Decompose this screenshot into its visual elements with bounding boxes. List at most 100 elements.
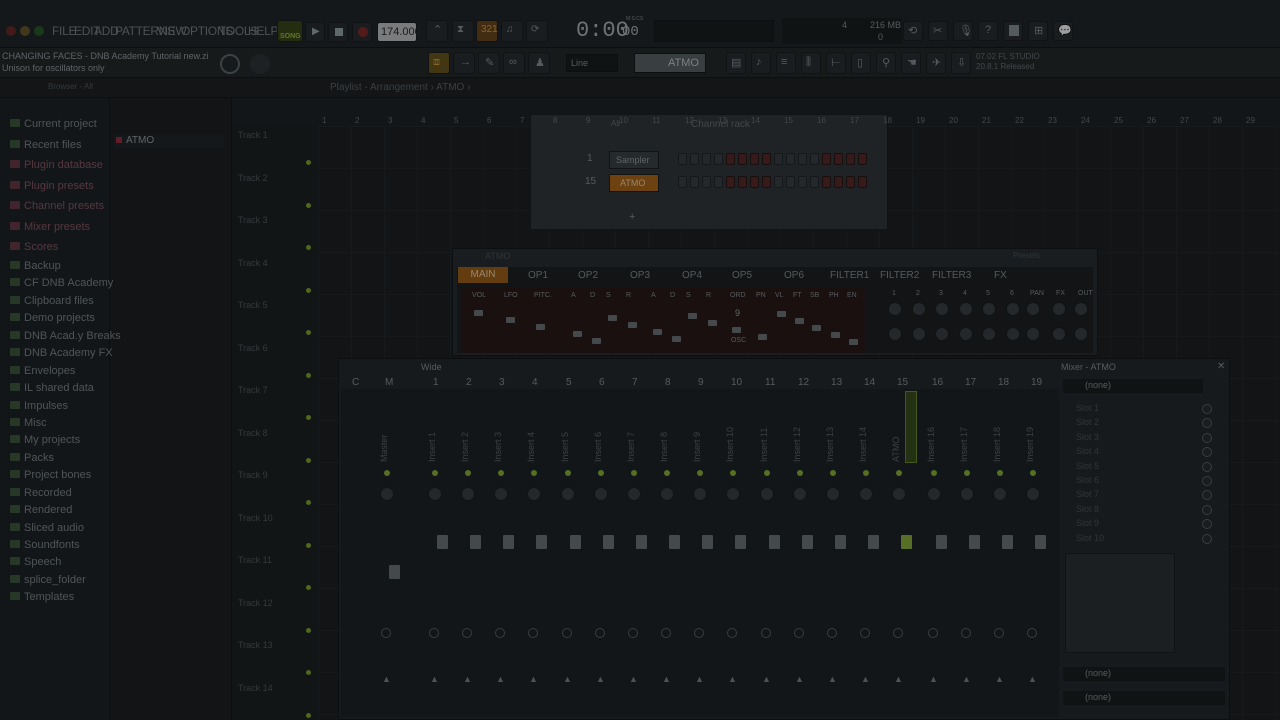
mixer-pan-knob[interactable]	[892, 487, 906, 501]
mixer-pan-knob[interactable]	[793, 487, 807, 501]
touch-keyboard-button[interactable]: ☚	[901, 52, 921, 74]
mixer-track-label[interactable]: Insert 16	[926, 427, 936, 462]
param-slider[interactable]	[628, 322, 637, 328]
browser-item[interactable]: Channel presets	[10, 200, 104, 212]
browser-item[interactable]: Envelopes	[10, 365, 75, 377]
loop-record-button[interactable]: ⟳	[526, 20, 548, 42]
matrix-knob[interactable]	[982, 302, 996, 316]
download-button[interactable]: ⇩	[951, 52, 971, 74]
plugin-tab[interactable]: MAIN	[458, 267, 508, 283]
browser-item[interactable]: Speech	[10, 556, 61, 568]
mixer-send-arrow[interactable]: ▲	[695, 674, 704, 684]
mixer-track-label[interactable]: Insert 10	[725, 427, 735, 462]
mixer-pan-knob[interactable]	[960, 487, 974, 501]
track-label[interactable]: Track 8	[238, 428, 268, 438]
stop-button[interactable]	[328, 22, 348, 42]
mixer-pan-knob[interactable]	[693, 487, 707, 501]
plugin-presets[interactable]: Presets	[1013, 251, 1040, 260]
plugin-tab[interactable]: FILTER2	[880, 270, 919, 281]
mixer-route-knob[interactable]	[961, 628, 971, 638]
tempo-display[interactable]: 174.000	[377, 22, 421, 42]
mixer-insert-number[interactable]: 2	[466, 377, 472, 388]
cut-button[interactable]: ✂	[928, 21, 948, 41]
browser-item[interactable]: Demo projects	[10, 312, 95, 324]
mixer-insert-number[interactable]: 15	[897, 377, 908, 388]
mixer-fader[interactable]	[470, 535, 481, 549]
browser-item[interactable]: splice_folder	[10, 574, 86, 586]
mixer-route-knob[interactable]	[381, 628, 391, 638]
step-button[interactable]	[774, 153, 783, 165]
track-label[interactable]: Track 6	[238, 343, 268, 353]
mixer-pan-knob[interactable]	[826, 487, 840, 501]
mixer-enable-led[interactable]	[664, 470, 670, 476]
next-button[interactable]: →	[453, 52, 475, 74]
mixer-pan-knob[interactable]	[993, 487, 1007, 501]
insert-input-select[interactable]: (none)	[1063, 379, 1203, 393]
mixer-track-label[interactable]: Insert 4	[526, 432, 536, 462]
close-dot[interactable]	[6, 26, 16, 36]
slot-mix-knob[interactable]	[1202, 476, 1212, 486]
mixer-pan-knob[interactable]	[494, 487, 508, 501]
param-slider[interactable]	[608, 315, 617, 321]
mixer-route-knob[interactable]	[661, 628, 671, 638]
track-label[interactable]: Track 13	[238, 640, 273, 650]
mixer-track-label[interactable]: Insert 9	[692, 432, 702, 462]
plugin-tab[interactable]: OP3	[630, 270, 650, 281]
track-label[interactable]: Track 7	[238, 385, 268, 395]
undo-button[interactable]: ⟲	[903, 21, 923, 41]
save-button[interactable]	[1003, 21, 1023, 41]
param-slider[interactable]	[672, 336, 681, 342]
browser-item[interactable]: My projects	[10, 434, 80, 446]
matrix-knob[interactable]	[1052, 327, 1066, 341]
mixer-track-label[interactable]: ATMO	[891, 437, 901, 462]
slot-mix-knob[interactable]	[1202, 504, 1212, 515]
param-slider[interactable]	[708, 320, 717, 326]
track-label[interactable]: Track 2	[238, 173, 268, 183]
mixer-send-arrow[interactable]: ▲	[596, 674, 605, 684]
mixer-enable-led[interactable]	[465, 470, 471, 476]
master-volume-knob[interactable]	[220, 54, 240, 74]
mixer-enable-led[interactable]	[631, 470, 637, 476]
mixer-insert-number[interactable]: 10	[731, 377, 742, 388]
track-label[interactable]: Track 5	[238, 300, 268, 310]
mixer-route-knob[interactable]	[893, 628, 903, 638]
mixer-fader[interactable]	[636, 535, 647, 549]
mixer-send-arrow[interactable]: ▲	[728, 674, 737, 684]
mixer-send-arrow[interactable]: ▲	[382, 674, 391, 684]
mixer-pan-knob[interactable]	[660, 487, 674, 501]
matrix-knob[interactable]	[1074, 302, 1088, 316]
mixer-route-knob[interactable]	[761, 628, 771, 638]
mixer-route-knob[interactable]	[860, 628, 870, 638]
matrix-knob[interactable]	[959, 327, 973, 341]
track-label[interactable]: Track 10	[238, 513, 273, 523]
step-button[interactable]	[786, 153, 795, 165]
mixer-fader[interactable]	[389, 565, 400, 579]
macros-button[interactable]: ✈	[926, 52, 946, 74]
mixer-insert-number[interactable]: 17	[965, 377, 976, 388]
mixer-enable-led[interactable]	[863, 470, 869, 476]
matrix-knob[interactable]	[1006, 327, 1020, 341]
mixer-fader[interactable]	[503, 535, 514, 549]
blend-notes-button[interactable]: ♫	[501, 20, 523, 42]
param-slider[interactable]	[592, 338, 601, 344]
maximize-dot[interactable]	[34, 26, 44, 36]
browser-item[interactable]: Current project	[10, 118, 97, 130]
step-button[interactable]	[846, 176, 855, 188]
step-button[interactable]	[750, 153, 759, 165]
mixer-route-knob[interactable]	[595, 628, 605, 638]
mixer-enable-led[interactable]	[931, 470, 937, 476]
mixer-pan-knob[interactable]	[726, 487, 740, 501]
track-mute-led[interactable]	[306, 160, 311, 165]
mixer-pan-knob[interactable]	[927, 487, 941, 501]
param-slider[interactable]	[688, 313, 697, 319]
param-slider[interactable]	[849, 339, 858, 345]
browser-item[interactable]: Recent files	[10, 139, 81, 151]
mixer-insert-number[interactable]: 13	[831, 377, 842, 388]
track-label[interactable]: Track 11	[238, 555, 272, 565]
mixer-fader[interactable]	[1002, 535, 1013, 549]
help-button[interactable]: ?	[978, 21, 998, 41]
minimize-dot[interactable]	[20, 26, 30, 36]
pattern-item[interactable]: ATMO	[114, 134, 224, 148]
param-slider[interactable]	[474, 310, 483, 316]
mixer-route-knob[interactable]	[694, 628, 704, 638]
